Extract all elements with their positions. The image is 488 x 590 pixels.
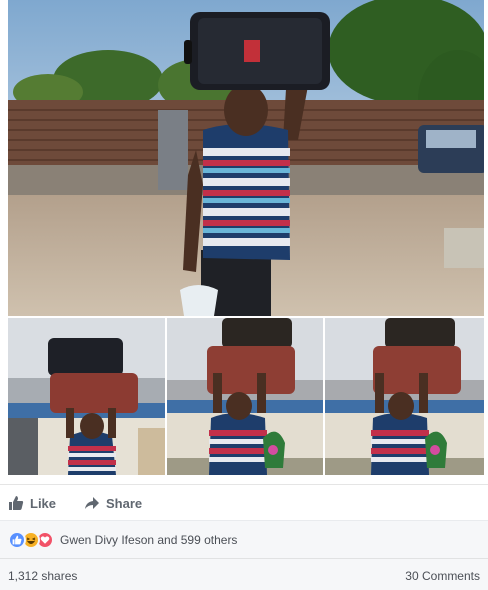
thumbnail-image-1 [8, 318, 165, 475]
share-button[interactable]: Share [84, 495, 142, 511]
reactions-text[interactable]: Gwen Divy Ifeson and 599 others [60, 533, 237, 547]
reaction-icons[interactable] [8, 531, 58, 549]
thumbnail-photo-3[interactable] [325, 318, 484, 475]
thumbnail-photo-2[interactable] [167, 318, 323, 475]
reactions-summary: Gwen Divy Ifeson and 599 others [0, 520, 488, 558]
post-stats: 1,312 shares 30 Comments [0, 558, 488, 590]
thumbnail-image-3 [325, 318, 484, 475]
post-photo-grid [0, 0, 488, 482]
thumbnail-image-2 [167, 318, 323, 475]
post-action-bar: Like Share [0, 484, 488, 520]
thumbs-up-icon [8, 495, 24, 511]
comments-count[interactable]: 30 Comments [405, 569, 480, 583]
like-reaction-icon [8, 531, 26, 549]
like-label: Like [30, 495, 57, 511]
shares-count[interactable]: 1,312 shares [8, 569, 77, 583]
share-label: Share [106, 495, 143, 511]
like-button[interactable]: Like [8, 495, 56, 511]
share-arrow-icon [84, 495, 100, 511]
main-photo-image [8, 0, 484, 316]
thumbnail-photo-1[interactable] [8, 318, 165, 475]
main-photo[interactable] [8, 0, 484, 316]
